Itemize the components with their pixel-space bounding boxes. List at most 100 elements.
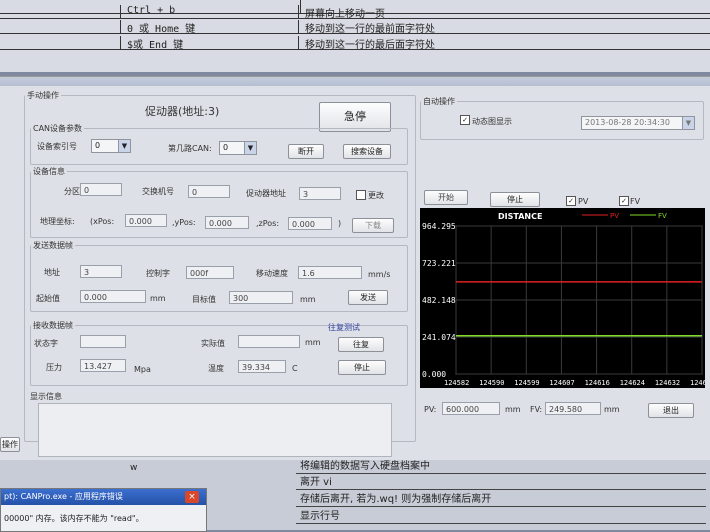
ctrl-word-field[interactable]: 000f (186, 266, 234, 279)
fv-label: FV (630, 197, 641, 206)
error-dialog: pt): CANPro.exe - 应用程序错误 × 00000" 内存。该内存… (0, 488, 207, 532)
doc-row: 将编辑的数据写入硬盘档案中 (296, 460, 706, 474)
zone-field[interactable]: 0 (80, 183, 122, 196)
background-document: Ctrl + b 屏幕向上移动一页 0 或 Home 键 移动到这一行的最前面字… (0, 0, 710, 72)
x-tick-label: 124607 (549, 379, 574, 387)
can-legend: CAN设备参数 (33, 124, 83, 133)
fv-readout-unit: mm (604, 405, 620, 414)
x-tick-label: 124599 (514, 379, 539, 387)
devinfo-legend: 设备信息 (33, 167, 65, 176)
y-tick-label: 0.000 (422, 370, 446, 379)
pressure-unit: Mpa (134, 365, 151, 374)
chart-title: DISTANCE (498, 212, 542, 221)
pressure-label: 压力 (46, 363, 62, 372)
datetime-picker[interactable]: 2013-08-28 20:34:30 ▼ (581, 116, 695, 130)
pressure-field[interactable]: 13.427 (80, 359, 126, 372)
recv-stop-button[interactable]: 停止 (338, 360, 386, 375)
display-info-legend: 显示信息 (30, 392, 62, 401)
fv-readout-label: FV: (530, 405, 543, 414)
pv-checkbox[interactable]: ✓ (566, 196, 576, 206)
download-button[interactable]: 下载 (352, 218, 394, 233)
legend-label: FV (658, 212, 667, 220)
error-dialog-title: pt): CANPro.exe - 应用程序错误 (1, 489, 206, 505)
actuator-addr-field[interactable]: 3 (299, 187, 341, 200)
display-info-box (38, 403, 392, 457)
change-label: 更改 (368, 191, 384, 200)
xpos-field[interactable]: 0.000 (125, 214, 167, 227)
x-tick-label: 124624 (620, 379, 645, 387)
error-dialog-message: 00000" 内存。该内存不能为 "read"。 (4, 514, 144, 523)
chart-svg: 964.295 723.221 482.148 241.074 0.000124582 1… (422, 212, 705, 387)
y-tick-label: 723.221 (422, 259, 456, 268)
temperature-label: 温度 (208, 364, 224, 373)
send-button[interactable]: 发送 (348, 290, 388, 305)
actuator-addr-label: 促动器地址 (246, 189, 286, 198)
zpos-field[interactable]: 0.000 (288, 217, 332, 230)
doc-row: $或 End 键 移动到这一行的最后面字符处 (0, 36, 710, 51)
device-index-label: 设备索引号 (37, 142, 77, 151)
doc-row: 显示行号 (296, 510, 706, 524)
speed-field[interactable]: 1.6 (298, 266, 362, 279)
switch-label: 交换机号 (142, 187, 174, 196)
actuator-title: 促动器(地址:3) (145, 105, 220, 118)
temperature-field[interactable]: 39.334 (238, 360, 286, 373)
status-word-label: 状态字 (34, 339, 58, 348)
ypos-field[interactable]: 0.000 (205, 216, 249, 229)
auto-legend: 自动操作 (423, 97, 455, 106)
animated-display-label: 动态图显示 (472, 117, 512, 126)
close-paren: ) (338, 219, 342, 228)
zpos-label: ,zPos: (256, 219, 280, 228)
status-word-field[interactable] (80, 335, 126, 348)
window-titlebar (0, 77, 710, 86)
doc-row: 0 或 Home 键 移动到这一行的最前面字符处 (0, 20, 710, 35)
search-device-button[interactable]: 搜索设备 (343, 144, 391, 159)
can-channel-select[interactable]: 0 ▼ (219, 141, 257, 155)
close-icon[interactable]: × (185, 491, 199, 503)
x-tick-label: 124641 (690, 379, 705, 387)
chevron-down-icon: ▼ (682, 117, 694, 129)
doc-key: w (130, 463, 138, 473)
chevron-down-icon: ▼ (244, 142, 256, 154)
change-checkbox[interactable] (356, 190, 366, 200)
fv-readout-field[interactable]: 249.580 (545, 402, 601, 415)
auto-stop-button[interactable]: 停止 (490, 192, 540, 207)
actual-unit: mm (305, 338, 321, 347)
send-legend: 发送数据帧 (33, 241, 73, 250)
pv-readout-label: PV: (424, 405, 437, 414)
left-edge-button[interactable]: 操作 (0, 437, 20, 452)
animated-display-checkbox[interactable]: ✓ (460, 115, 470, 125)
target-unit: mm (300, 295, 316, 304)
can-channel-label: 第几路CAN: (168, 144, 212, 153)
distance-chart: 964.295 723.221 482.148 241.074 0.000 124582 1… (420, 208, 705, 388)
cycle-button[interactable]: 往复 (338, 337, 384, 352)
start-value-label: 起始值 (36, 294, 60, 303)
bottom-background: 将编辑的数据写入硬盘档案中 w 离开 vi 存储后离开, 若为.wq! 则为强制… (0, 460, 710, 532)
pv-readout-unit: mm (505, 405, 521, 414)
xpos-label: (xPos: (90, 217, 115, 226)
auto-start-button[interactable]: 开始 (424, 190, 468, 205)
actual-value-field[interactable] (238, 335, 300, 348)
fv-checkbox[interactable]: ✓ (619, 196, 629, 206)
coord-label: 地理坐标: (40, 217, 75, 226)
ctrl-word-label: 控制字 (146, 269, 170, 278)
device-index-select[interactable]: 0 ▼ (91, 139, 131, 153)
switch-field[interactable]: 0 (188, 185, 230, 198)
pv-label: PV (578, 197, 589, 206)
start-value-field[interactable]: 0.000 (80, 290, 146, 303)
target-value-field[interactable]: 300 (229, 291, 293, 304)
x-tick-label: 124616 (585, 379, 610, 387)
exit-button[interactable]: 退出 (648, 403, 694, 418)
disconnect-button[interactable]: 断开 (288, 144, 324, 159)
doc-row: Ctrl + b 屏幕向上移动一页 (0, 5, 710, 20)
speed-label: 移动速度 (256, 269, 288, 278)
y-tick-label: 482.148 (422, 296, 456, 305)
x-tick-label: 124590 (479, 379, 504, 387)
send-addr-field[interactable]: 3 (80, 265, 122, 278)
manual-legend: 手动操作 (27, 91, 59, 100)
pv-readout-field[interactable]: 600.000 (442, 402, 500, 415)
x-tick-label: 124582 (444, 379, 469, 387)
legend-label: PV (610, 212, 619, 220)
target-value-label: 目标值 (192, 295, 216, 304)
app-window: 手动操作 促动器(地址:3) 急停 CAN设备参数 设备索引号 0 ▼ 第几路CA… (0, 76, 710, 461)
y-tick-label: 964.295 (422, 222, 456, 231)
